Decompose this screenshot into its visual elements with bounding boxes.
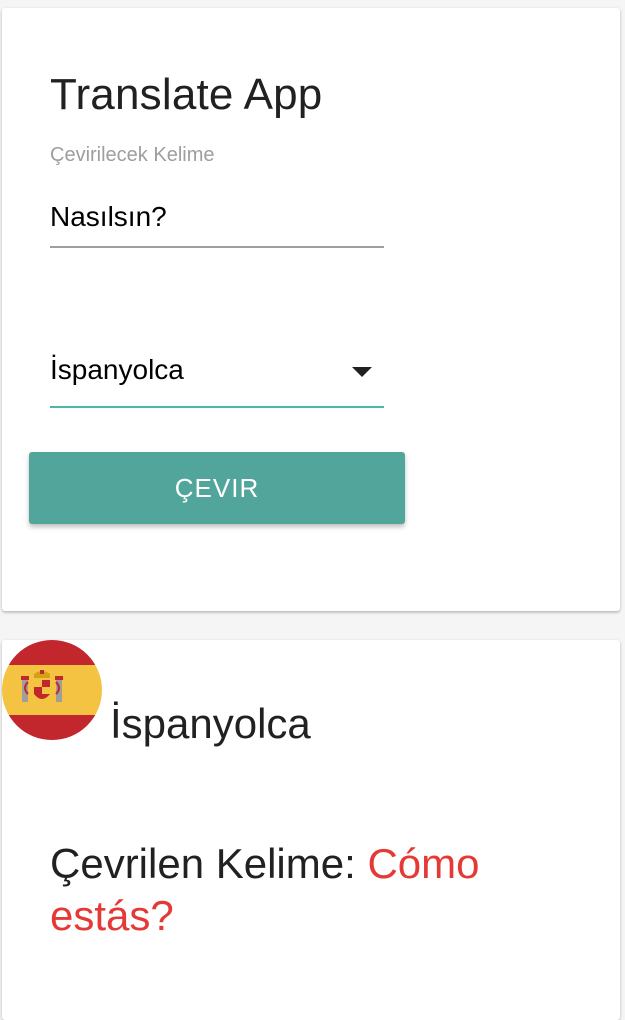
spain-flag-icon xyxy=(2,640,102,740)
app-title: Translate App xyxy=(50,70,323,119)
coat-of-arms-icon xyxy=(21,670,63,702)
language-select[interactable]: İspanyolca xyxy=(50,346,384,408)
word-input[interactable] xyxy=(50,188,384,248)
translate-form-card: Translate App Çevirilecek Kelime İspanyo… xyxy=(2,8,620,611)
word-input-label: Çevirilecek Kelime xyxy=(50,144,215,166)
language-select-value: İspanyolca xyxy=(50,354,184,385)
translation-result: Çevrilen Kelime: Cómo estás? xyxy=(50,838,570,942)
translate-button[interactable]: ÇEVIR xyxy=(29,452,405,524)
caret-down-icon xyxy=(352,367,372,377)
translation-result-card: İspanyolca Çevrilen Kelime: Cómo estás? xyxy=(2,640,620,1020)
result-language: İspanyolca xyxy=(110,700,311,747)
translation-prefix: Çevrilen Kelime: xyxy=(50,840,356,887)
